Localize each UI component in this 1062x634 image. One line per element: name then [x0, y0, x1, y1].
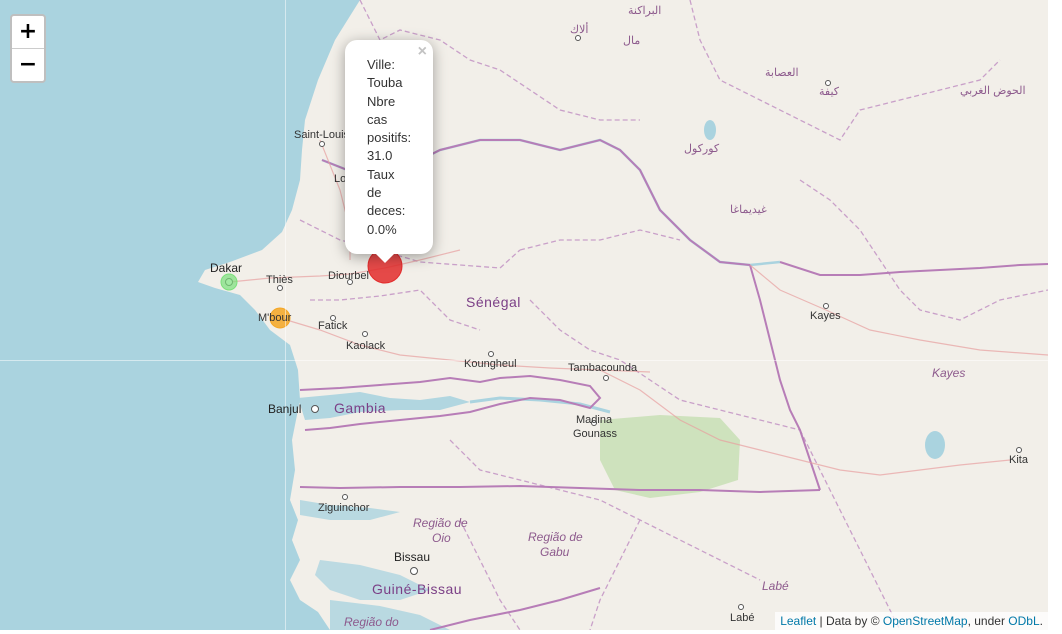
odbl-link[interactable]: ODbL — [1008, 614, 1039, 628]
label-gambia: Gambia — [334, 400, 387, 416]
attribution-text: . — [1039, 614, 1043, 628]
label-hodh: الحوض الغربي — [960, 85, 1026, 97]
label-aleg: ألاك — [570, 24, 589, 36]
label-mal: مال — [623, 35, 641, 47]
label-tambacounda: Tambacounda — [568, 362, 638, 374]
lake — [704, 120, 716, 140]
label-mbour: M'bour — [258, 312, 292, 324]
city-dot — [825, 80, 831, 86]
zoom-in-button[interactable]: + — [12, 16, 44, 49]
popup-tip — [375, 253, 395, 263]
capital-dot — [410, 567, 418, 575]
city-dot — [603, 375, 609, 381]
zoom-control: + − — [10, 14, 46, 83]
label-dakar: Dakar — [210, 261, 243, 275]
label-gorgol: كوركول — [684, 143, 720, 155]
popup-line: de — [367, 185, 382, 201]
marker-popup: × Ville: Touba Nbre cas positifs: 31.0 T… — [345, 40, 433, 263]
city-dot — [575, 35, 581, 41]
city-dot — [823, 303, 829, 309]
lake — [925, 431, 945, 459]
label-regiao-gabu: Região de — [528, 530, 583, 544]
city-dot — [738, 604, 744, 610]
label-labe-region: Labé — [762, 579, 789, 593]
label-regiao-bottom: Região do — [344, 615, 399, 629]
label-ziguinchor: Ziguinchor — [318, 502, 370, 514]
popup-line: Nbre — [367, 93, 396, 109]
city-dot — [342, 494, 348, 500]
popup-line: cas — [367, 111, 388, 127]
label-koungheul: Koungheul — [464, 358, 517, 370]
attribution: Leaflet | Data by © OpenStreetMap, under… — [775, 612, 1048, 630]
label-gabu: Gabu — [540, 545, 570, 559]
label-bissau: Bissau — [394, 550, 431, 564]
label-assaba: العصابة — [765, 67, 799, 79]
popup-line: deces: — [367, 203, 406, 219]
label-regiao-oio: Região de — [413, 516, 468, 530]
park-area — [600, 415, 740, 498]
marker-dakar — [220, 273, 238, 291]
attribution-text: , under — [967, 614, 1009, 628]
map-container[interactable]: Sénégal Gambia Guiné-Bissau Dakar Thiès … — [0, 0, 1048, 630]
city-dot — [1016, 447, 1022, 453]
city-dot — [319, 141, 325, 147]
land — [198, 0, 1048, 630]
label-guinee-bissau: Guiné-Bissau — [372, 581, 463, 597]
label-kayes: Kayes — [810, 310, 841, 322]
popup-line: Taux — [367, 166, 395, 182]
popup-line: Touba — [367, 75, 403, 91]
popup-line: positifs: — [367, 130, 412, 146]
label-senegal: Sénégal — [466, 294, 521, 310]
label-brakna: البراكنة — [628, 5, 662, 17]
label-thies: Thiès — [266, 274, 293, 286]
popup-line: 31.0 — [367, 148, 393, 164]
city-dot — [277, 285, 283, 291]
label-kayes-region: Kayes — [932, 366, 966, 380]
leaflet-link[interactable]: Leaflet — [780, 614, 816, 628]
label-kita: Kita — [1009, 454, 1028, 466]
tile-seam — [0, 360, 1048, 361]
city-dot — [488, 351, 494, 357]
label-madina: Madina — [576, 414, 613, 426]
label-oio: Oio — [432, 531, 451, 545]
zoom-out-button[interactable]: − — [12, 49, 44, 81]
popup-content: Ville: Touba Nbre cas positifs: 31.0 Tau… — [367, 56, 425, 239]
city-dot — [362, 331, 368, 337]
label-kiffa: كيفة — [819, 86, 840, 98]
label-diourbel: Diourbel — [328, 270, 369, 282]
label-banjul: Banjul — [268, 402, 302, 416]
attribution-text: | Data by © — [816, 614, 883, 628]
label-fatick: Fatick — [318, 320, 348, 332]
label-gounass: Gounass — [573, 428, 618, 440]
osm-link[interactable]: OpenStreetMap — [883, 614, 968, 628]
capital-dot — [311, 405, 319, 413]
map-base-tiles — [198, 0, 1048, 630]
popup-line: Ville: — [367, 57, 395, 72]
label-kaolack: Kaolack — [346, 340, 386, 352]
label-labe: Labé — [730, 612, 755, 624]
popup-line: 0.0% — [367, 221, 397, 237]
label-saint-louis: Saint-Louis — [294, 129, 350, 141]
label-guidimakha: غيديماغا — [730, 204, 767, 216]
